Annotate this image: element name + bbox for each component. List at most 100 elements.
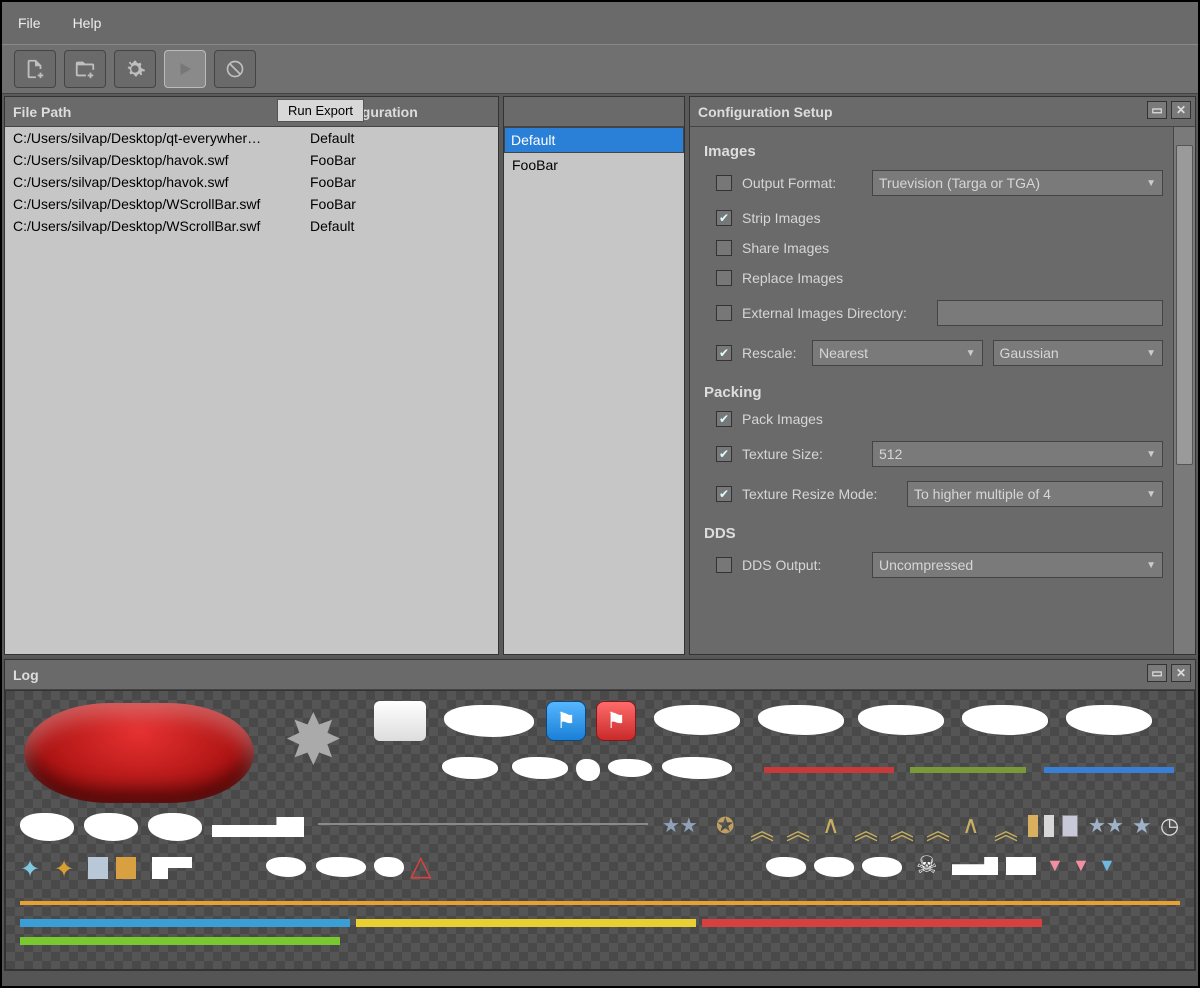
sprite-bar-blue [1044,767,1174,773]
panel-detach-icon[interactable]: ▭ [1147,664,1167,682]
panel-close-icon[interactable]: ✕ [1171,664,1191,682]
sprite-rank-eagle: ✪ [716,813,734,839]
sprite-vehicle [148,813,202,841]
sprite-triangle-pink: ▼ [1046,855,1064,876]
add-file-button[interactable] [14,50,56,88]
add-folder-button[interactable] [64,50,106,88]
sprite-flag-blue: ⚑ [546,701,586,741]
chk-rescale[interactable] [716,345,732,361]
config-list[interactable]: Default FooBar [504,127,684,177]
sprite-vehicle [20,813,74,841]
chk-share-images[interactable] [716,240,732,256]
lbl-replace-images: Replace Images [742,270,862,286]
sprite-weapon [444,705,534,737]
sprite-rank-chevron: ︽ [786,811,810,846]
chk-dds-output[interactable] [716,557,732,573]
sprite-medal: ✦ [20,855,40,884]
table-row[interactable]: C:/Users/silvap/Desktop/WScrollBar.swfDe… [5,215,498,237]
sprite-item [512,757,568,779]
sel-dds-output[interactable]: Uncompressed▼ [872,552,1163,578]
chk-texture-resize[interactable] [716,486,732,502]
config-setup-panel: Configuration Setup ▭ ✕ Images Output Fo… [689,96,1196,655]
cancel-button[interactable] [214,50,256,88]
config-setup-title: Configuration Setup [698,104,833,120]
sprite-weapon [962,705,1048,735]
sprite-star: ★ [1132,813,1152,839]
sprite-weapon [1066,705,1152,735]
toolbar [2,44,1198,94]
config-item-default[interactable]: Default [504,127,684,153]
sprite-item [374,857,404,877]
texture-atlas-preview: ✸ ⚑ ⚑ ★★ ✪ ︽ ︽ ∧ ︽ ︽ ︽ ∧ ︽ [5,690,1195,970]
log-header: Log ▭ ✕ [5,660,1195,690]
run-button[interactable] [164,50,206,88]
table-row[interactable]: C:/Users/silvap/Desktop/havok.swfFooBar [5,149,498,171]
sprite-lips [24,703,254,803]
group-packing: Packing [704,384,1163,401]
chk-pack-images[interactable] [716,411,732,427]
sprite-rank-chevron: ︽ [854,811,878,846]
table-row[interactable]: C:/Users/silvap/Desktop/havok.swfFooBar [5,171,498,193]
sprite-rifle [212,817,304,837]
sprite-rank-bars [1044,815,1054,837]
menu-help[interactable]: Help [65,11,110,35]
lbl-texture-size: Texture Size: [742,446,862,462]
group-images: Images [704,143,1163,160]
sel-texture-size[interactable]: 512▼ [872,441,1163,467]
chk-output-format[interactable] [716,175,732,191]
sprite-flag-red: ⚑ [596,701,636,741]
sprite-warning-icon: △ [410,849,432,882]
sprite-rank-chevron: ︽ [750,811,774,846]
sprite-vehicle [84,813,138,841]
config-list-header [504,97,684,127]
sprite-shirt [374,701,426,741]
settings-button[interactable] [114,50,156,88]
sprite-medal: ✦ [54,855,74,884]
chk-texture-size[interactable] [716,446,732,462]
lbl-strip-images: Strip Images [742,210,862,226]
file-table-body[interactable]: C:/Users/silvap/Desktop/qt-everywher…Def… [5,127,498,654]
sprite-pistol [1006,857,1036,875]
col-file-path[interactable]: File Path [5,104,318,120]
sprite-rank-bars [1028,815,1038,837]
sprite-rank-bars [1062,815,1078,837]
sel-rescale-b[interactable]: Gaussian▼ [993,340,1164,366]
sprite-stars: ★★ [1088,813,1124,838]
main-area: File Path Run Export Configuration C:/Us… [2,94,1198,657]
sprite-bar-green [910,767,1026,773]
sprite-item [442,757,498,779]
sprite-divider [318,823,648,825]
sel-output-format[interactable]: Truevision (Targa or TGA)▼ [872,170,1163,196]
sprite-bar-blue-long [20,919,350,927]
group-dds: DDS [704,525,1163,542]
config-item-foobar[interactable]: FooBar [504,153,684,177]
lbl-share-images: Share Images [742,240,862,256]
sprite-item [862,857,902,877]
inp-ext-dir[interactable] [937,300,1163,326]
table-row[interactable]: C:/Users/silvap/Desktop/WScrollBar.swfFo… [5,193,498,215]
chk-ext-dir[interactable] [716,305,732,321]
panel-close-icon[interactable]: ✕ [1171,101,1191,119]
sprite-item [814,857,854,877]
chk-strip-images[interactable] [716,210,732,226]
panel-detach-icon[interactable]: ▭ [1147,101,1167,119]
run-export-tooltip[interactable]: Run Export [277,99,364,122]
sprite-rank-bars [88,857,108,879]
config-scrollbar[interactable] [1173,127,1195,654]
sprite-stars: ★★ [662,813,698,838]
sprite-rank-chevron: ︽ [926,811,950,846]
lbl-dds-output: DDS Output: [742,557,862,573]
sprite-rifle [952,857,998,875]
log-title: Log [13,667,39,683]
chk-replace-images[interactable] [716,270,732,286]
sprite-bar-red-long [702,919,1042,927]
table-row[interactable]: C:/Users/silvap/Desktop/qt-everywher…Def… [5,127,498,149]
sprite-item [766,857,806,877]
sel-texture-resize[interactable]: To higher multiple of 4▼ [907,481,1163,507]
sprite-triangle-blue: ▼ [1098,855,1116,876]
sel-rescale-a[interactable]: Nearest▼ [812,340,983,366]
config-setup-header: Configuration Setup ▭ ✕ [690,97,1195,127]
menu-file[interactable]: File [10,11,49,35]
sprite-item [266,857,306,877]
scrollbar-thumb[interactable] [1176,145,1193,465]
